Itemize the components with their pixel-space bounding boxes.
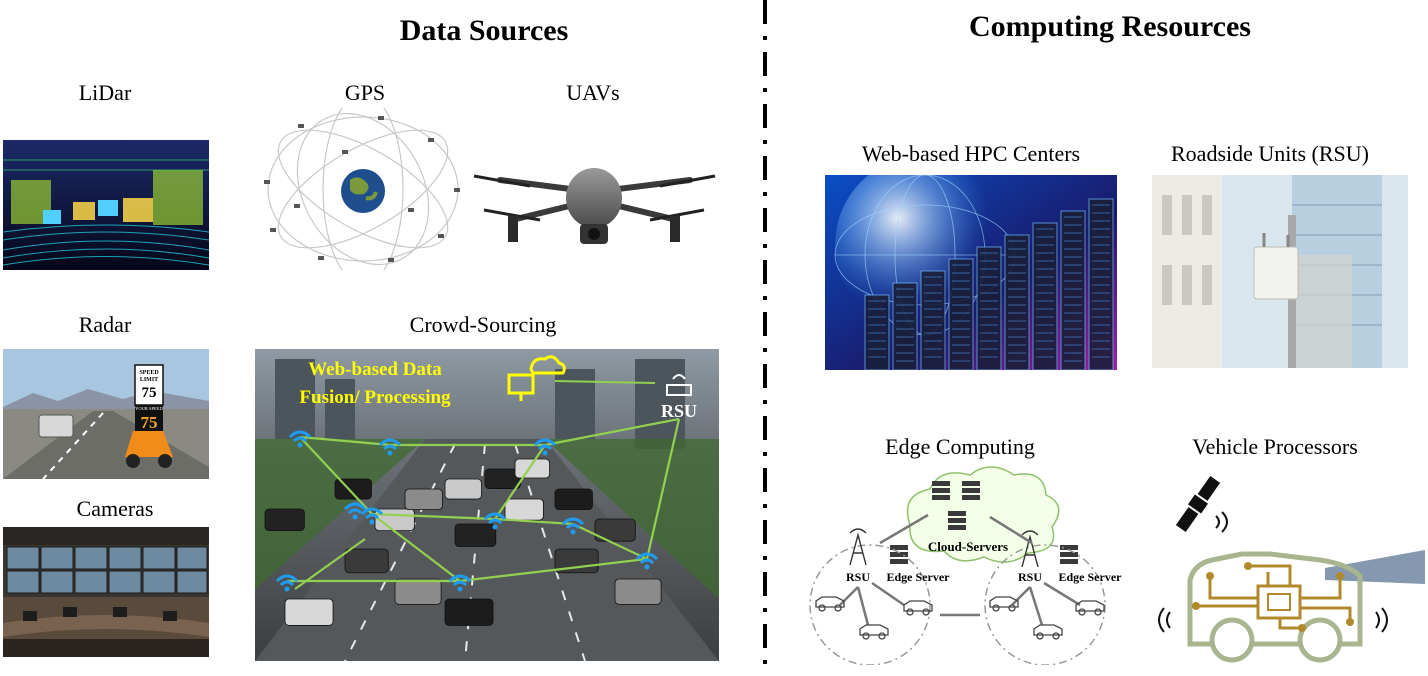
crowd-car (344, 548, 389, 574)
rsu-label: Roadside Units (RSU) (1171, 141, 1369, 166)
server-rack (1088, 198, 1114, 370)
server-icon (932, 495, 950, 500)
hpc-center-image (825, 175, 1117, 370)
server-rack (920, 270, 946, 370)
lidar-label: LiDar (78, 80, 132, 105)
roadside-unit-image (1152, 175, 1408, 368)
section-divider (762, 0, 768, 671)
edge-arrow (1043, 581, 1081, 607)
edge-cluster-left (809, 544, 931, 665)
crowd-sourcing-image: Web-based Data Fusion/ Processing RSU (255, 349, 719, 661)
radar-sign-limit-value: 75 (142, 385, 157, 401)
radar-sign-limit-text: LIMIT (140, 377, 158, 383)
crowd-overlay-line2: Fusion/ Processing (299, 387, 451, 408)
edge-rsu-left-label: RSU (846, 570, 870, 584)
lidar-image (3, 140, 209, 270)
crowd-rsu-label: RSU (661, 401, 697, 421)
cameras-label: Cameras (76, 496, 154, 521)
edge-server-left-label: Edge Server (887, 570, 951, 584)
edge-arrow (1011, 586, 1031, 606)
server-icon (962, 495, 980, 500)
server-rack (892, 282, 918, 370)
crowd-car (264, 508, 305, 532)
server-icon (948, 511, 966, 516)
server-icon (890, 545, 908, 550)
server-icon (932, 488, 950, 493)
server-rack (976, 246, 1002, 370)
edge-arrow (1028, 586, 1044, 626)
signal-left-icon (1158, 607, 1171, 633)
crowd-car (444, 478, 482, 500)
server-rack (1060, 210, 1086, 370)
radar-sign-speed-text: SPEED (139, 370, 159, 376)
server-icon (890, 559, 908, 564)
uav-drone-image (472, 140, 717, 268)
satellite-icon (1175, 475, 1221, 533)
server-icon (948, 518, 966, 523)
cameras-control-room-image (3, 527, 209, 657)
hpc-label: Web-based HPC Centers (861, 141, 1081, 166)
edge-computing-diagram: Cloud-Servers RSU Edge Server RSU Edge S… (800, 465, 1160, 665)
crowd-car (444, 598, 494, 626)
vehicle-processors-label: Vehicle Processors (1192, 434, 1358, 459)
edge-arrow (871, 581, 905, 607)
rsu-tower-icon (849, 532, 867, 566)
server-icon (962, 481, 980, 486)
server-icon (932, 481, 950, 486)
edge-cluster-right (984, 544, 1106, 665)
uavs-label: UAVs (566, 80, 620, 105)
server-rack (1004, 234, 1030, 370)
radar-sign-your-speed-text: YOUR SPEED (135, 406, 163, 411)
server-icon (948, 525, 966, 530)
radar-label: Radar (78, 312, 132, 337)
crowd-car (504, 498, 544, 521)
radar-sign-speed-value: 75 (141, 413, 158, 432)
server-icon (962, 488, 980, 493)
radar-image: SPEED LIMIT 75 YOUR SPEED 75 (3, 349, 209, 479)
crowd-overlay-line1: Web-based Data (308, 359, 442, 380)
crowd-car (614, 578, 662, 605)
edge-computing-label: Edge Computing (885, 434, 1035, 459)
server-rack (864, 294, 890, 370)
crowd-car (284, 598, 334, 626)
processor-chip-icon (1256, 584, 1302, 620)
car-icon (1075, 600, 1105, 616)
data-sources-title: Data Sources (399, 14, 569, 47)
crowd-sourcing-label: Crowd-Sourcing (409, 312, 557, 337)
crowd-car (554, 488, 593, 511)
gps-image (258, 108, 468, 270)
gps-label: GPS (344, 80, 386, 105)
car-icon (1033, 624, 1063, 640)
crowd-car (404, 488, 443, 511)
car-icon (859, 624, 889, 640)
crowd-car (334, 478, 372, 500)
vehicle-processor-illustration (1150, 468, 1425, 665)
edge-arrow (856, 586, 870, 626)
signal-right-icon (1375, 607, 1388, 633)
edge-rsu-right-label: RSU (1018, 570, 1042, 584)
server-rack (948, 258, 974, 370)
edge-server-right-label: Edge Server (1059, 570, 1123, 584)
crowd-car (454, 523, 497, 547)
server-icon (1060, 559, 1078, 564)
car-icon (903, 600, 933, 616)
cloud-servers-label: Cloud-Servers (928, 539, 1008, 554)
edge-arrow (839, 586, 859, 606)
computing-resources-title: Computing Resources (969, 10, 1251, 43)
crowd-car (394, 578, 442, 605)
